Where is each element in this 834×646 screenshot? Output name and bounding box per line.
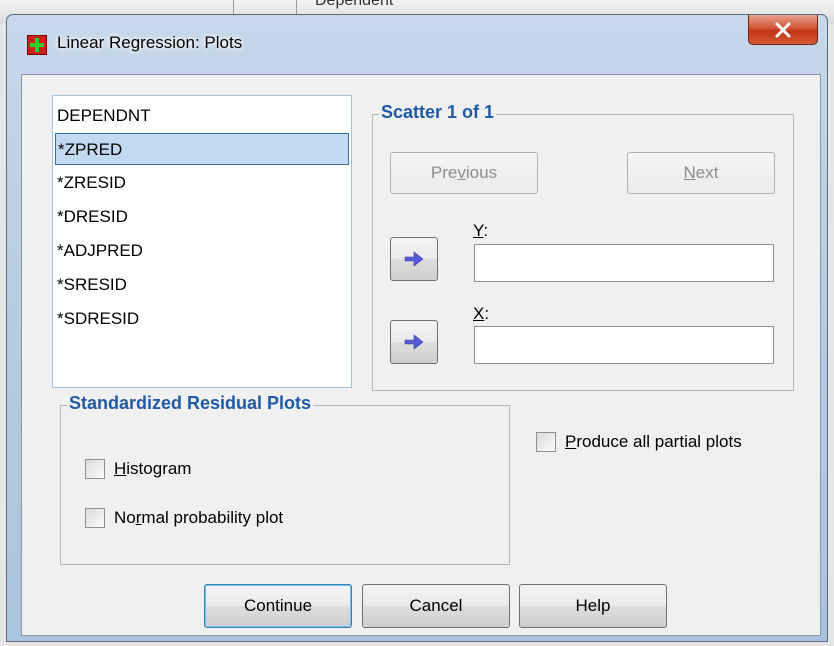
help-button[interactable]: Help (519, 584, 667, 628)
move-to-y-button[interactable] (390, 237, 438, 281)
normal-probability-option[interactable]: Normal probability plot (85, 508, 283, 528)
title-bar[interactable]: Linear Regression: Plots (7, 15, 827, 61)
normal-probability-checkbox[interactable] (85, 508, 105, 528)
list-item[interactable]: *ADJPRED (55, 235, 349, 267)
continue-button[interactable]: Continue (204, 584, 352, 628)
list-item[interactable]: *SRESID (55, 269, 349, 301)
spss-app-icon (27, 35, 47, 55)
close-button[interactable] (748, 15, 818, 45)
cancel-button[interactable]: Cancel (362, 584, 510, 628)
x-label: X: (473, 304, 490, 323)
move-to-x-button[interactable] (390, 320, 438, 364)
list-item[interactable]: DEPENDNT (55, 100, 349, 132)
histogram-option[interactable]: Histogram (85, 459, 191, 479)
partial-plots-option[interactable]: Produce all partial plots (536, 432, 742, 452)
standardized-residual-plots-group: Standardized Residual Plots Histogram No… (60, 393, 510, 565)
dialog-content: DEPENDNT *ZPRED *ZRESID *DRESID *ADJPRED… (21, 74, 821, 636)
standardized-group-title: Standardized Residual Plots (67, 393, 314, 414)
plots-dialog: Linear Regression: Plots DEPENDNT *ZPRED… (6, 14, 828, 642)
histogram-checkbox[interactable] (85, 459, 105, 479)
histogram-label: Histogram (114, 459, 192, 478)
previous-button[interactable]: Pre v ious (390, 152, 538, 194)
variable-list[interactable]: DEPENDNT *ZPRED *ZRESID *DRESID *ADJPRED… (52, 95, 352, 388)
background-text: Dependent (315, 0, 394, 9)
normal-probability-label: Normal probability plot (114, 508, 284, 527)
list-item[interactable]: *DRESID (55, 201, 349, 233)
scatter-group-title: Scatter 1 of 1 (379, 102, 497, 123)
scatter-group: Scatter 1 of 1 Pre v ious Next Y: X: (372, 102, 794, 391)
list-item[interactable]: *SDRESID (55, 303, 349, 335)
list-item[interactable]: *ZRESID (55, 167, 349, 199)
close-icon (775, 22, 791, 37)
partial-plots-label: Produce all partial plots (565, 432, 742, 451)
arrow-right-icon (404, 251, 424, 267)
dialog-title: Linear Regression: Plots (57, 33, 243, 52)
y-field[interactable] (474, 244, 774, 282)
list-item-selected[interactable]: *ZPRED (55, 133, 349, 165)
next-button[interactable]: Next (627, 152, 775, 194)
x-field[interactable] (474, 326, 774, 364)
arrow-right-icon (404, 334, 424, 350)
y-label: Y: (473, 221, 489, 240)
partial-plots-checkbox[interactable] (536, 432, 556, 452)
